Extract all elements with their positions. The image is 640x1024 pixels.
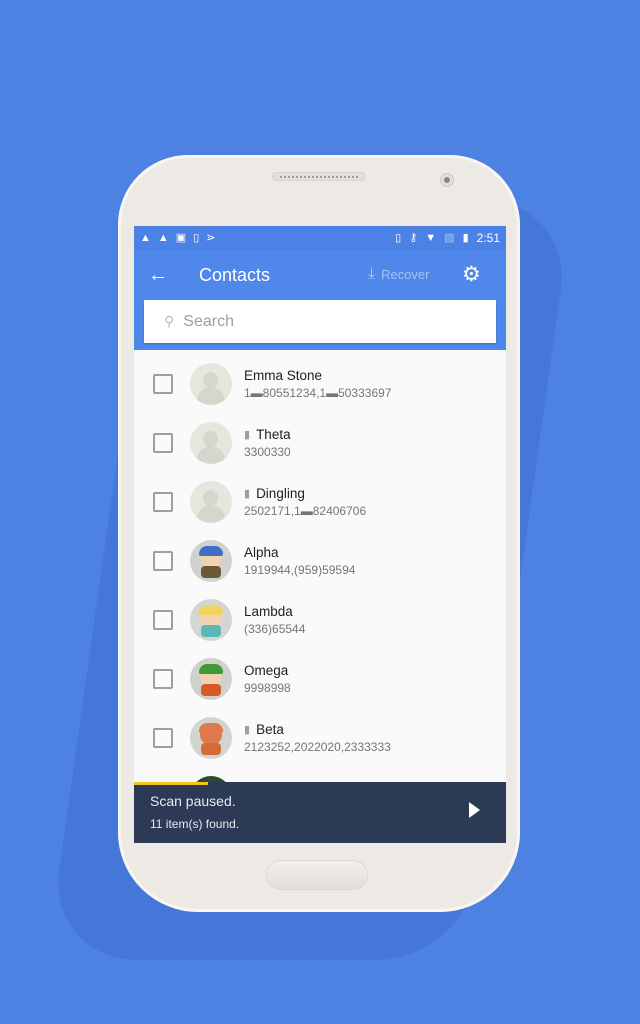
avatar: [190, 362, 232, 405]
play-icon[interactable]: [469, 802, 480, 818]
contact-numbers: 3300330: [244, 444, 291, 459]
select-checkbox[interactable]: [153, 373, 173, 394]
avatar: [190, 480, 232, 523]
list-item[interactable]: Alpha 1919944,(959)59594: [134, 531, 506, 590]
image-icon: ▣: [175, 232, 187, 244]
contact-numbers: 1919944,(959)59594: [244, 562, 356, 577]
select-checkbox[interactable]: [153, 491, 173, 512]
wifi-off-icon: ▼: [425, 232, 437, 244]
scan-status: Scan paused.: [150, 793, 236, 809]
no-sim-icon: ▨: [444, 232, 455, 244]
trash-icon: ▮: [244, 428, 251, 441]
search-container: ⚲: [134, 300, 506, 350]
contact-numbers: 1▬80551234,1▬50333697: [244, 385, 392, 400]
battery-charging-icon: ▮: [462, 232, 469, 244]
avatar: [190, 657, 232, 700]
front-camera: [440, 173, 454, 187]
contact-name: Dingling: [256, 485, 305, 501]
vibrate-icon: ▯: [395, 232, 402, 244]
home-button[interactable]: [267, 861, 367, 889]
download-icon: ⤓: [368, 265, 376, 282]
contact-name: Omega: [244, 662, 289, 678]
select-checkbox[interactable]: [153, 550, 173, 571]
warning-icon: ▲: [157, 232, 169, 244]
avatar: [190, 421, 232, 464]
contact-name: Beta: [256, 721, 284, 737]
trash-icon: ▮: [244, 487, 251, 500]
avatar: [190, 598, 232, 641]
scan-progress-bar: [134, 782, 209, 785]
search-input[interactable]: [181, 311, 446, 332]
checklist-icon: ⋗: [206, 232, 216, 244]
contact-name: Alpha: [244, 544, 279, 560]
list-item[interactable]: Emma Stone 1▬80551234,1▬50333697: [134, 354, 506, 413]
trash-icon: ▮: [244, 723, 251, 736]
contact-numbers: (336)65544: [244, 621, 306, 636]
select-checkbox[interactable]: [153, 668, 173, 689]
download-icon: ▯: [193, 232, 200, 244]
scan-count: 11 item(s) found.: [150, 817, 240, 831]
contact-name: Theta: [256, 426, 291, 442]
contact-name: Lambda: [244, 603, 293, 619]
app-screen: ▲ ▲ ▣ ▯ ⋗ ▯ ⚷ ▼ ▨ ▮ 2:51 ← Contacts ⤓ Re…: [134, 226, 506, 843]
scan-status-bar: Scan paused. 11 item(s) found.: [134, 782, 506, 843]
status-bar: ▲ ▲ ▣ ▯ ⋗ ▯ ⚷ ▼ ▨ ▮ 2:51: [134, 226, 506, 250]
clock: 2:51: [476, 231, 500, 245]
phone-speaker: [272, 172, 366, 181]
warning-icon: ▲: [140, 232, 151, 244]
app-toolbar: ← Contacts ⤓ Recover ⚙: [134, 250, 506, 300]
avatar: [190, 716, 232, 759]
contact-numbers: 2502171,1▬82406706: [244, 503, 367, 518]
list-item[interactable]: ▮ Dingling 2502171,1▬82406706: [134, 472, 506, 531]
contact-numbers: 2123252,2022020,2333333: [244, 739, 391, 754]
recover-label: Recover: [381, 266, 430, 282]
page-title: Contacts: [199, 264, 271, 285]
select-checkbox[interactable]: [153, 609, 173, 630]
select-checkbox[interactable]: [153, 727, 173, 748]
settings-gear-icon[interactable]: ⚙: [462, 262, 481, 287]
list-item[interactable]: Lambda (336)65544: [134, 590, 506, 649]
key-icon: ⚷: [409, 232, 418, 244]
list-item[interactable]: ▮ Theta 3300330: [134, 413, 506, 472]
contact-name: Emma Stone: [244, 367, 323, 383]
contact-list: Emma Stone 1▬80551234,1▬50333697 ▮ Theta …: [134, 354, 506, 826]
search-icon: ⚲: [164, 313, 175, 329]
search-box[interactable]: ⚲: [144, 300, 496, 343]
back-arrow-icon[interactable]: ←: [138, 264, 178, 287]
contact-numbers: 9998998: [244, 680, 291, 695]
list-item[interactable]: Omega 9998998: [134, 649, 506, 708]
recover-button[interactable]: ⤓ Recover: [368, 265, 430, 283]
list-item[interactable]: ▮ Beta 2123252,2022020,2333333: [134, 708, 506, 767]
select-checkbox[interactable]: [153, 432, 173, 453]
avatar: [190, 539, 232, 582]
